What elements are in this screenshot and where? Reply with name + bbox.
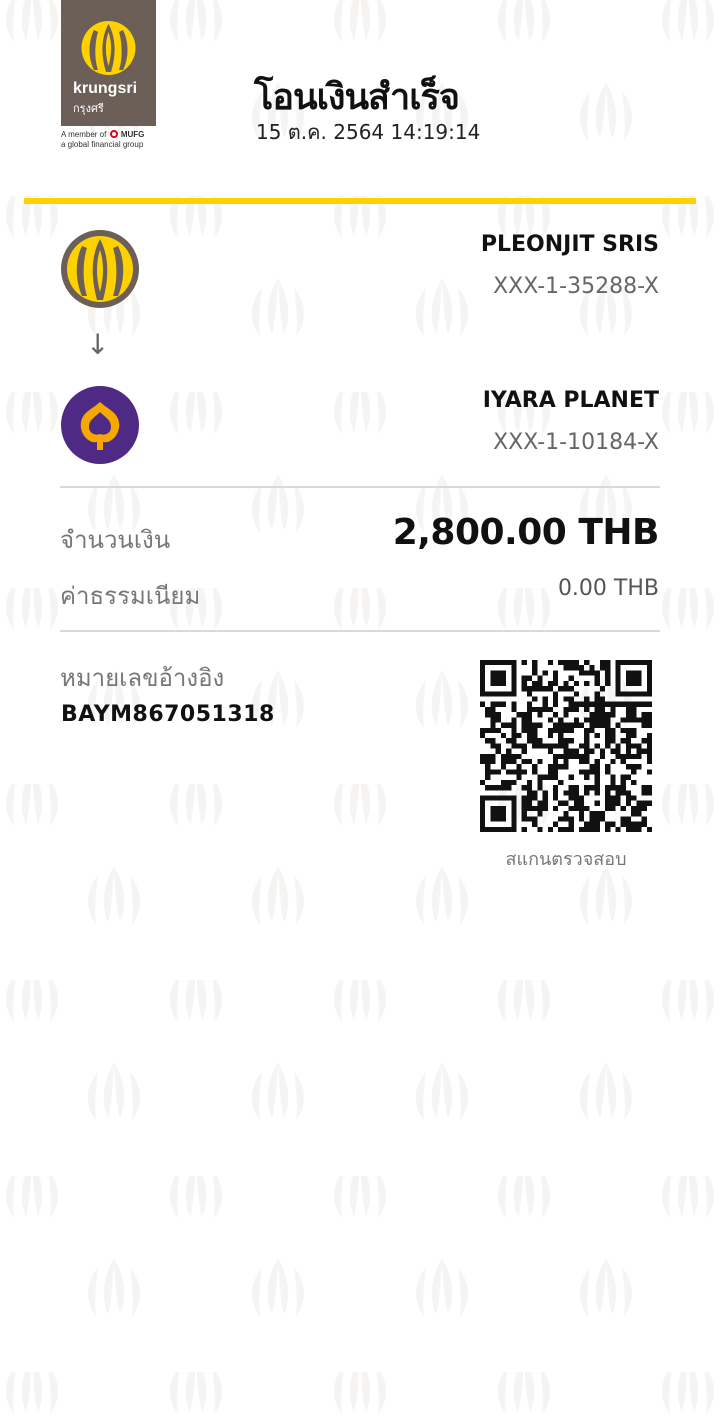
- krungsri-bank-icon: [61, 230, 139, 308]
- logo-word: krungsri: [73, 80, 138, 97]
- receiver-account: XXX-1-10184-X: [493, 430, 659, 455]
- reference-label: หมายเลขอ้างอิง: [60, 664, 225, 692]
- member-text: A member of: [61, 130, 107, 139]
- qr-code-icon[interactable]: [480, 660, 652, 832]
- down-arrow-icon: ↓: [86, 328, 110, 361]
- logo-thai: กรุงศรี: [73, 102, 104, 115]
- qr-caption: สแกนตรวจสอบ: [505, 849, 627, 870]
- tagline-text: a global financial group: [61, 140, 144, 149]
- section-divider: [60, 486, 660, 488]
- fee-value: 0.00 THB: [557, 576, 659, 601]
- amount-label: จำนวนเงิน: [60, 526, 171, 554]
- fee-label: ค่าธรรมเนียม: [60, 582, 201, 610]
- amount-value: 2,800.00 THB: [392, 512, 660, 553]
- member-tagline: A member of MUFG a global financial grou…: [61, 130, 171, 150]
- sender-name: PLEONJIT SRIS: [480, 232, 659, 257]
- transaction-datetime: 15 ต.ค. 2564 14:19:14: [256, 120, 481, 144]
- krungsri-emblem-icon: [81, 21, 136, 75]
- mufg-text: MUFG: [120, 130, 145, 139]
- scb-bank-icon: [61, 386, 139, 464]
- krungsri-logo: krungsri กรุงศรี: [61, 0, 156, 126]
- reference-value: BAYM867051318: [61, 702, 275, 727]
- receiver-name: IYARA PLANET: [482, 388, 659, 413]
- sender-account: XXX-1-35288-X: [493, 274, 659, 299]
- mufg-icon: [109, 130, 118, 138]
- slip-content: krungsri กรุงศรี A member of MUFG a glob…: [0, 0, 720, 1424]
- header-divider: [24, 198, 696, 204]
- transfer-slip: krungsri กรุงศรี A member of MUFG a glob…: [0, 0, 720, 1424]
- section-divider: [60, 630, 660, 632]
